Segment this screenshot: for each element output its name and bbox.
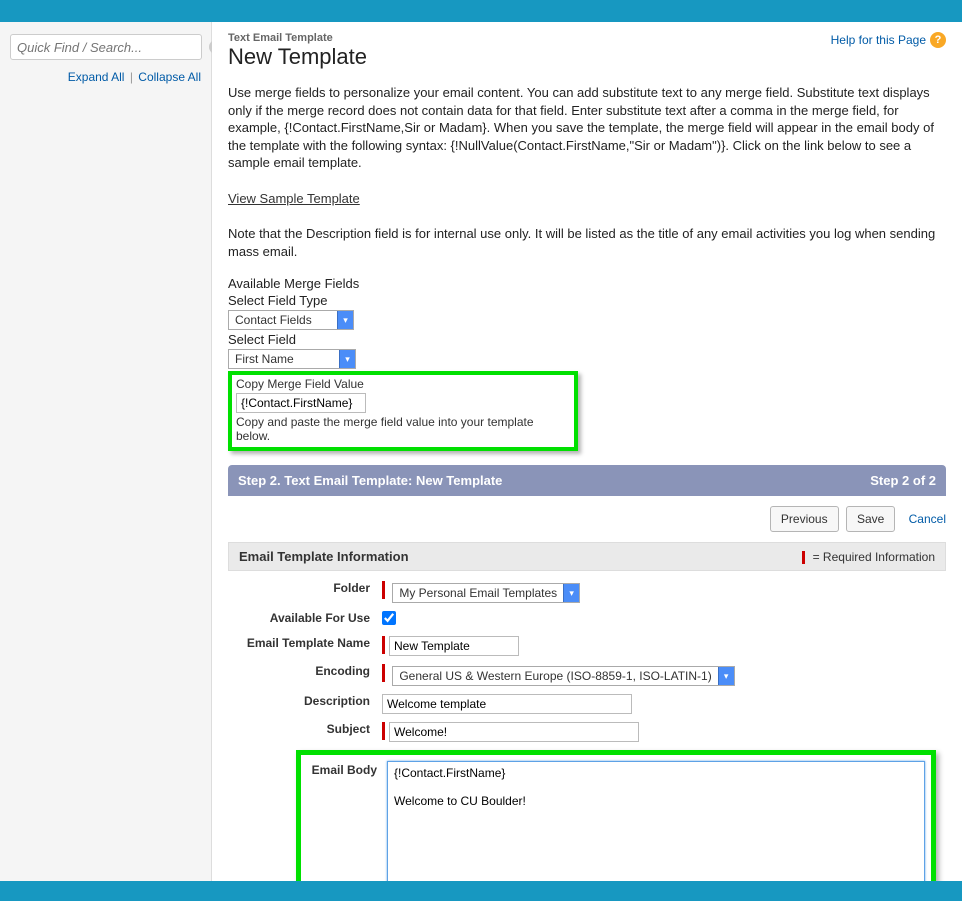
encoding-label: Encoding [228, 660, 378, 690]
merge-value-input[interactable] [236, 393, 366, 413]
previous-button[interactable]: Previous [770, 506, 839, 532]
section-header: Email Template Information = Required In… [228, 542, 946, 571]
chevron-updown-icon: ▾ [563, 584, 579, 602]
cancel-link[interactable]: Cancel [909, 512, 946, 526]
field-type-select[interactable]: Contact Fields ▾ [228, 310, 354, 330]
page-title: New Template [228, 44, 367, 70]
email-body-highlight: Email Body [296, 750, 936, 881]
select-field-type-label: Select Field Type [228, 293, 946, 308]
description-label: Description [228, 690, 378, 718]
main-content: Text Email Template New Template Help fo… [212, 22, 962, 881]
intro-paragraph: Use merge fields to personalize your ema… [228, 84, 946, 172]
required-legend: = Required Information [802, 550, 935, 564]
copy-merge-hint: Copy and paste the merge field value int… [236, 415, 570, 443]
merge-value-highlight: Copy Merge Field Value Copy and paste th… [228, 371, 578, 451]
breadcrumb: Text Email Template [228, 32, 367, 44]
sidebar: ? Expand All | Collapse All [0, 22, 212, 881]
expand-all-link[interactable]: Expand All [68, 70, 125, 84]
folder-select[interactable]: My Personal Email Templates ▾ [392, 583, 580, 603]
template-name-label: Email Template Name [228, 632, 378, 660]
subject-input[interactable] [389, 722, 639, 742]
help-link[interactable]: Help for this Page ? [831, 32, 946, 48]
description-input[interactable] [382, 694, 632, 714]
email-body-label: Email Body [307, 761, 377, 881]
intro-note: Note that the Description field is for i… [228, 225, 946, 260]
collapse-all-link[interactable]: Collapse All [138, 70, 201, 84]
field-select[interactable]: First Name ▾ [228, 349, 356, 369]
search-input[interactable] [10, 34, 202, 60]
form-table: Folder My Personal Email Templates ▾ Ava… [228, 577, 946, 746]
encoding-select[interactable]: General US & Western Europe (ISO-8859-1,… [392, 666, 734, 686]
view-sample-link[interactable]: View Sample Template [228, 191, 360, 206]
help-icon: ? [930, 32, 946, 48]
bottom-chrome-bar [0, 881, 962, 901]
save-button[interactable]: Save [846, 506, 895, 532]
chevron-updown-icon: ▾ [339, 350, 355, 368]
copy-merge-label: Copy Merge Field Value [236, 377, 570, 391]
select-field-label: Select Field [228, 332, 946, 347]
subject-label: Subject [228, 718, 378, 746]
chevron-updown-icon: ▾ [337, 311, 353, 329]
step-header: Step 2. Text Email Template: New Templat… [228, 465, 946, 496]
top-chrome-bar [0, 0, 962, 22]
chevron-updown-icon: ▾ [718, 667, 734, 685]
template-name-input[interactable] [389, 636, 519, 656]
available-label: Available For Use [228, 607, 378, 632]
available-checkbox[interactable] [382, 611, 396, 625]
folder-label: Folder [228, 577, 378, 607]
merge-fields-heading: Available Merge Fields [228, 276, 946, 291]
email-body-textarea[interactable] [387, 761, 925, 881]
